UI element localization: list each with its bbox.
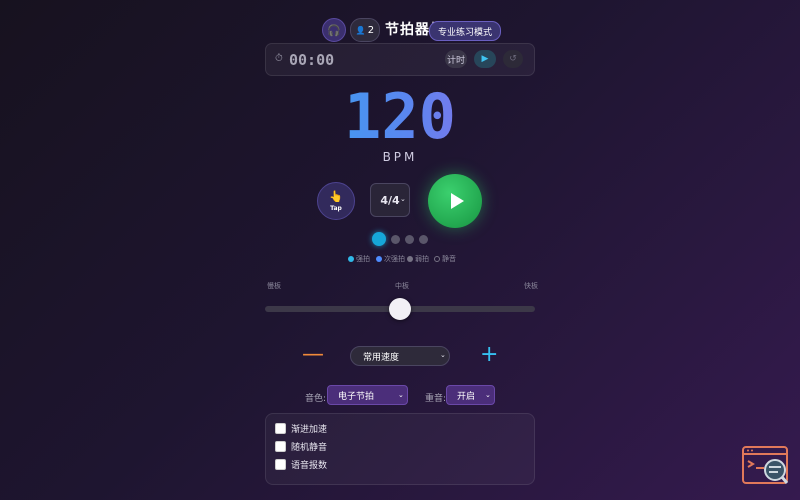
beat-indicator-2[interactable] bbox=[391, 235, 400, 244]
option-gradual-speedup[interactable]: 渐进加速 bbox=[275, 422, 327, 435]
legend-dot bbox=[376, 256, 382, 262]
timer-start-button[interactable]: ▶ bbox=[474, 50, 496, 68]
slider-label-mid: 中板 bbox=[395, 282, 409, 290]
plus-icon: + bbox=[480, 342, 499, 367]
sound-label: 音色: bbox=[305, 394, 327, 404]
increment-bpm-button[interactable]: + bbox=[480, 343, 498, 367]
legend-label: 次强拍 bbox=[384, 255, 405, 263]
option-random-mute[interactable]: 随机静音 bbox=[275, 440, 327, 453]
option-voice-count[interactable]: 语音报数 bbox=[275, 458, 327, 471]
timer-mode-button[interactable]: 计时 bbox=[445, 50, 467, 68]
terminal-search-icon-graphic bbox=[742, 446, 789, 484]
legend-strong: 强拍 bbox=[348, 254, 370, 264]
decrement-bpm-button[interactable]: — bbox=[302, 343, 324, 367]
option-label: 语音报数 bbox=[291, 461, 328, 471]
accent-selected: 开启 bbox=[457, 391, 476, 402]
legend-dot bbox=[348, 256, 354, 262]
preset-select[interactable]: 常用速度 bbox=[350, 346, 450, 366]
bpm-value: 120 bbox=[300, 82, 500, 152]
tap-label: Tap bbox=[330, 204, 342, 212]
chevron-down-icon: ⌄ bbox=[440, 351, 446, 359]
sound-selected: 电子节拍 bbox=[338, 391, 375, 402]
legend-mute: 静音 bbox=[434, 254, 456, 264]
legend-dot bbox=[434, 256, 440, 262]
beat-indicator-4[interactable] bbox=[419, 235, 428, 244]
slider-label-max: 快板 bbox=[524, 282, 538, 290]
user-count-value: 2 bbox=[367, 24, 375, 36]
timer-value: 00:00 bbox=[289, 51, 335, 69]
hand-tap-icon: 👆 bbox=[329, 189, 343, 203]
headphones-icon: 🎧 bbox=[327, 23, 341, 37]
legend-weak: 弱拍 bbox=[407, 254, 429, 264]
chevron-down-icon: ⌄ bbox=[400, 195, 406, 203]
preset-selected: 常用速度 bbox=[363, 352, 400, 363]
legend-label: 强拍 bbox=[356, 255, 370, 263]
mode-badge[interactable]: 专业练习模式 bbox=[429, 21, 502, 41]
chevron-down-icon: ⌄ bbox=[398, 391, 404, 399]
option-label: 渐进加速 bbox=[291, 425, 328, 435]
sound-select[interactable]: 电子节拍 bbox=[327, 385, 408, 405]
terminal-search-icon[interactable] bbox=[742, 446, 790, 486]
legend-dot bbox=[407, 256, 413, 262]
option-label: 随机静音 bbox=[291, 443, 328, 453]
user-count-badge[interactable]: 👤 2 bbox=[350, 18, 380, 42]
play-button[interactable] bbox=[428, 174, 482, 228]
legend-medium: 次强拍 bbox=[376, 254, 405, 264]
tap-tempo-button[interactable]: 👆 Tap bbox=[317, 182, 355, 220]
slider-label-min: 慢板 bbox=[267, 282, 281, 290]
app-icon-button[interactable]: 🎧 bbox=[322, 18, 346, 42]
chevron-down-icon: ⌄ bbox=[485, 391, 491, 399]
timer-icon: ⏱ bbox=[275, 53, 283, 64]
legend-label: 静音 bbox=[442, 255, 456, 263]
accent-label: 重音: bbox=[425, 394, 447, 404]
beat-indicator-1[interactable] bbox=[372, 232, 386, 246]
minus-icon: — bbox=[302, 342, 324, 367]
legend-label: 弱拍 bbox=[415, 255, 429, 263]
beat-indicator-3[interactable] bbox=[405, 235, 414, 244]
user-icon: 👤 bbox=[355, 25, 366, 35]
timer-reset-button[interactable]: ↺ bbox=[503, 50, 523, 68]
tempo-slider-thumb[interactable] bbox=[389, 298, 411, 320]
checkbox[interactable] bbox=[275, 441, 286, 452]
checkbox[interactable] bbox=[275, 423, 286, 434]
checkbox[interactable] bbox=[275, 459, 286, 470]
play-icon bbox=[450, 193, 464, 209]
bpm-label: BPM bbox=[382, 150, 418, 164]
